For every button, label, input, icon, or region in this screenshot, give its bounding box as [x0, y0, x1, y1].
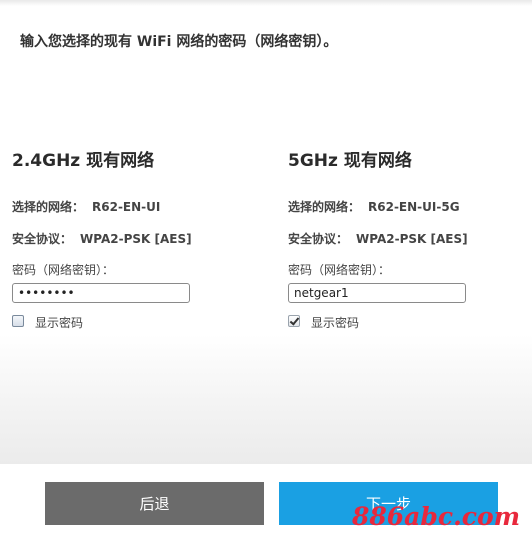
top-shadow [0, 0, 532, 6]
selected-network-label: 选择的网络： [12, 200, 85, 214]
check-mark-icon [289, 315, 300, 326]
password-input-2-4ghz[interactable] [12, 283, 190, 303]
show-password-label: 显示密码 [311, 316, 360, 330]
network-title: 2.4GHz 现有网络 [12, 151, 155, 171]
back-button[interactable]: 后退 [45, 482, 264, 525]
password-input-5ghz[interactable] [288, 283, 466, 303]
security-protocol-row: 安全协议： WPA2-PSK [AES] [288, 230, 468, 247]
security-protocol-row: 安全协议： WPA2-PSK [AES] [12, 230, 192, 247]
security-protocol-value: WPA2-PSK [AES] [80, 232, 192, 246]
password-label: 密码（网络密钥）： [12, 263, 115, 277]
show-password-label: 显示密码 [35, 316, 84, 330]
password-label: 密码（网络密钥）： [288, 263, 391, 277]
security-protocol-value: WPA2-PSK [AES] [356, 232, 468, 246]
network-title: 5GHz 现有网络 [288, 151, 412, 171]
selected-network-value: R62-EN-UI-5G [368, 200, 460, 214]
watermark-logo: 886abc.com [352, 502, 521, 531]
selected-network-row: 选择的网络： R62-EN-UI [12, 198, 160, 215]
security-protocol-label: 安全协议： [12, 232, 73, 246]
show-password-checkbox[interactable] [12, 315, 24, 327]
selected-network-value: R62-EN-UI [92, 200, 161, 214]
show-password-checkbox[interactable] [288, 315, 300, 327]
instruction-text: 输入您选择的现有 WiFi 网络的密码（网络密钥）。 [20, 34, 338, 50]
selected-network-row: 选择的网络： R62-EN-UI-5G [288, 198, 460, 215]
wifi-setup-panel: 输入您选择的现有 WiFi 网络的密码（网络密钥）。 2.4GHz 现有网络 选… [0, 0, 532, 464]
security-protocol-label: 安全协议： [288, 232, 349, 246]
selected-network-label: 选择的网络： [288, 200, 361, 214]
